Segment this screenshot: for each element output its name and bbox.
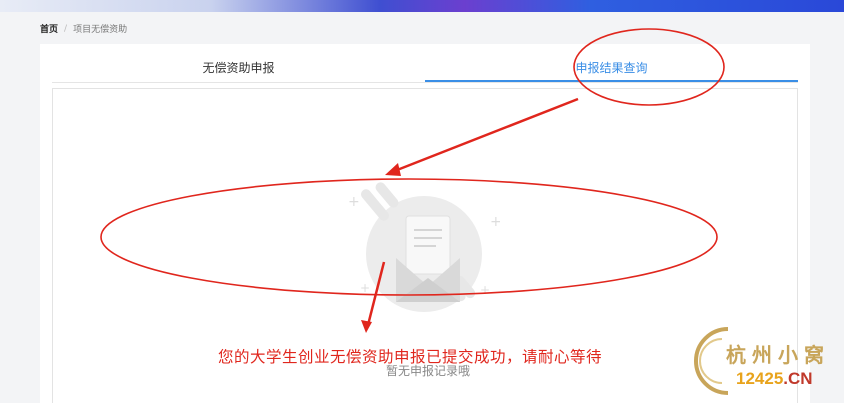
breadcrumb-home[interactable]: 首页 (40, 22, 58, 35)
annotation-message: 您的大学生创业无偿资助申报已提交成功，请耐心等待 (218, 348, 603, 366)
tab-bar: 无偿资助申报 申报结果查询 (52, 56, 798, 83)
top-banner (0, 0, 844, 12)
watermark-title: 杭州小窝 (726, 343, 830, 367)
breadcrumb-separator: / (64, 23, 68, 34)
svg-text:+: + (360, 281, 370, 295)
svg-text:+: + (480, 283, 490, 297)
envelope-document-icon: + + + + (348, 182, 500, 312)
breadcrumb-current: 项目无偿资助 (73, 25, 128, 35)
watermark-domain: 12425.CN (736, 369, 813, 388)
svg-text:+: + (348, 194, 360, 210)
watermark-logo: 杭州小窝 12425.CN (688, 325, 838, 397)
tab-result-query[interactable]: 申报结果查询 (425, 56, 798, 82)
tab-apply[interactable]: 无偿资助申报 (52, 56, 425, 82)
breadcrumb: 首页 / 项目无偿资助 (40, 22, 128, 36)
svg-text:+: + (490, 214, 500, 230)
